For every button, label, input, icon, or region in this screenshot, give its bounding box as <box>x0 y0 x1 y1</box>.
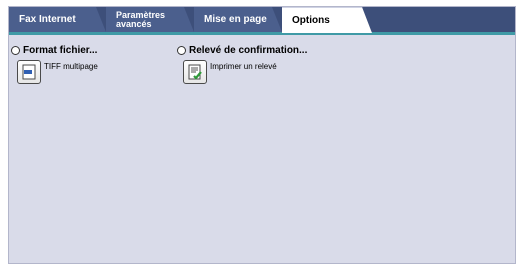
format-fichier-group: Format fichier... TIFF multipage <box>11 45 98 84</box>
print-report-icon <box>183 60 207 84</box>
tiff-multipage-option[interactable]: TIFF multipage <box>17 60 98 84</box>
format-fichier-title: Format fichier... <box>23 45 98 56</box>
imprimer-releve-option[interactable]: Imprimer un relevé <box>183 60 307 84</box>
imprimer-releve-label: Imprimer un relevé <box>210 62 277 71</box>
releve-header[interactable]: Relevé de confirmation... <box>177 45 307 56</box>
tab-label: Mise en page <box>204 14 267 25</box>
tab-fax-internet[interactable]: Fax Internet <box>9 7 106 32</box>
tab-label: Paramètres avancés <box>116 9 166 29</box>
tiff-multipage-label: TIFF multipage <box>44 62 98 71</box>
releve-title: Relevé de confirmation... <box>189 45 308 56</box>
radio-icon <box>177 46 186 55</box>
tab-parametres-avances[interactable]: Paramètres avancés <box>106 7 194 32</box>
tab-options[interactable]: Options <box>282 7 372 33</box>
fax-options-panel: Fax Internet Paramètres avancés Mise en … <box>8 6 516 264</box>
format-fichier-header[interactable]: Format fichier... <box>11 45 98 56</box>
tab-label: Options <box>292 15 330 26</box>
tab-bar: Fax Internet Paramètres avancés Mise en … <box>9 7 515 35</box>
releve-group: Relevé de confirmation... Imprimer un re… <box>177 45 307 84</box>
radio-icon <box>11 46 20 55</box>
options-content: Format fichier... TIFF multipage Relevé … <box>9 35 515 263</box>
tiff-document-icon <box>17 60 41 84</box>
tab-mise-en-page[interactable]: Mise en page <box>194 7 282 32</box>
tab-label: Fax Internet <box>19 14 76 25</box>
